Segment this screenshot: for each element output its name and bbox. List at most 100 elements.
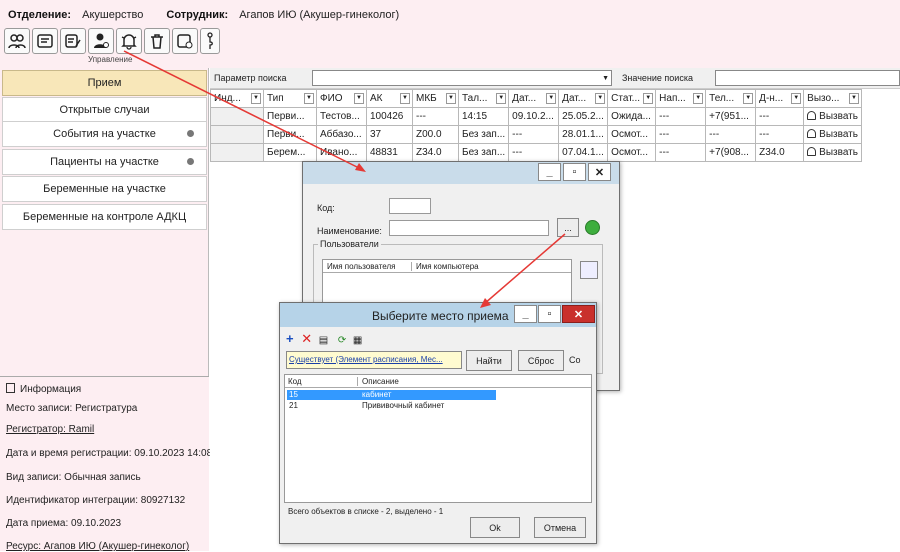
filter-icon[interactable]: ▼ [743, 93, 754, 104]
close-button[interactable]: ✕ [588, 163, 611, 181]
column-header[interactable]: Тип ▼ [263, 89, 317, 108]
code-field[interactable] [389, 198, 431, 214]
reset-button[interactable]: Сброс [518, 350, 564, 371]
table-row[interactable]: Перви... Тестов... 100426 --- 14:15 09.1… [210, 107, 862, 126]
maximize-button[interactable]: ▫ [563, 163, 586, 181]
filter-field[interactable]: Существует (Элемент расписания, Мес... [286, 351, 462, 369]
table-cell [210, 125, 264, 144]
filter-icon[interactable]: ▼ [595, 93, 606, 104]
table-cell: 09.10.2... [508, 107, 560, 126]
column-header[interactable]: Дат... ▼ [508, 89, 560, 108]
add-icon[interactable]: + [286, 331, 294, 346]
filter-icon[interactable]: ▼ [693, 93, 704, 104]
find-button[interactable]: Найти [466, 350, 512, 371]
notify-button[interactable] [116, 28, 142, 54]
info-resource-link[interactable]: Ресурс: Агапов ИЮ (Акушер-гинеколог) [6, 541, 189, 552]
chevron-down-icon: ▼ [602, 75, 609, 82]
sidebar-item-patients[interactable]: Пациенты на участке [2, 149, 207, 175]
column-header[interactable]: Стат... ▼ [607, 89, 657, 108]
export-icon[interactable]: ▦ [353, 335, 362, 346]
delete-button[interactable] [144, 28, 170, 54]
col-code-header[interactable]: Код [288, 377, 302, 386]
patients-button[interactable] [4, 28, 30, 54]
pregnant-button[interactable] [200, 28, 220, 54]
filter-icon[interactable]: ▼ [400, 93, 410, 104]
extra-button[interactable]: Со [569, 355, 581, 365]
sidebar-item-reception[interactable]: Прием [2, 70, 207, 96]
info-registrar-link[interactable]: Регистратор: Ramil [6, 424, 94, 435]
list-item[interactable]: 21 Прививочный кабинет [287, 401, 496, 411]
pregnant-icon [207, 32, 213, 49]
search-value-input[interactable] [715, 70, 900, 86]
table-cell: Осмот... [607, 125, 657, 144]
filter-icon[interactable]: ▼ [496, 93, 507, 104]
column-header[interactable]: АК ▼ [366, 89, 413, 108]
table-cell: --- [755, 125, 805, 144]
department-value: Акушерство [82, 9, 144, 21]
table-row[interactable]: Берем... Ивано... 48831 Z34.0 Без зап...… [210, 143, 862, 162]
filter-icon[interactable]: ▼ [251, 93, 261, 104]
column-header[interactable]: ФИО ▼ [316, 89, 367, 108]
search-param-select[interactable]: ▼ [312, 70, 612, 86]
browse-button[interactable]: ... [557, 218, 579, 237]
table-cell: Z34.0 [755, 143, 805, 162]
info-place: Место записи: Регистратура [6, 403, 138, 414]
sidebar-item-label: Беременные на контроле АДКЦ [22, 211, 187, 223]
call-button[interactable]: Вызвать [803, 125, 862, 144]
table-cell: 48831 [366, 143, 413, 162]
call-button[interactable]: Вызвать [803, 107, 862, 126]
filter-icon[interactable]: ▼ [446, 93, 456, 104]
table-cell: --- [508, 125, 560, 144]
table-cell: Z34.0 [412, 143, 459, 162]
info-title: Информация [6, 383, 81, 395]
bell-icon [121, 34, 137, 50]
column-header[interactable]: Тал... ▼ [457, 89, 510, 108]
add-card-button[interactable] [172, 28, 198, 54]
table-cell: --- [412, 107, 459, 126]
employee-label: Сотрудник: [166, 9, 229, 21]
ok-button[interactable]: Ok [470, 517, 520, 538]
open-cases-button[interactable] [32, 28, 58, 54]
properties-icon[interactable]: ▤ [319, 335, 328, 346]
column-header[interactable]: Нап... ▼ [655, 89, 707, 108]
filter-icon[interactable]: ▼ [791, 93, 802, 104]
column-header[interactable]: Тел... ▼ [705, 89, 757, 108]
filter-icon[interactable]: ▼ [848, 93, 859, 104]
cancel-button[interactable]: Отмена [534, 517, 586, 538]
refresh-icon[interactable]: ⟳ [338, 335, 346, 346]
name-field[interactable] [389, 220, 549, 236]
list-item[interactable]: 15 кабинет [287, 390, 496, 400]
table-row[interactable]: Перви... Аббазо... 37 Z00.0 Без зап... -… [210, 125, 862, 144]
confirm-check-icon[interactable] [585, 220, 600, 235]
assign-doctor-button[interactable] [88, 28, 114, 54]
table-cell: --- [655, 125, 707, 144]
refresh-icon[interactable] [580, 261, 598, 279]
table-cell: --- [655, 107, 707, 126]
column-header[interactable]: Дат... ▼ [558, 89, 609, 108]
filter-icon[interactable]: ▼ [643, 93, 654, 104]
filter-icon[interactable]: ▼ [546, 93, 557, 104]
column-header[interactable]: Вызо... ▼ [803, 89, 862, 108]
sidebar-item-pregnant[interactable]: Беременные на участке [2, 176, 207, 202]
col-user-header[interactable]: Имя пользователя [327, 262, 395, 271]
events-button[interactable] [60, 28, 86, 54]
info-panel: Информация Место записи: Регистратура Ре… [0, 376, 212, 552]
minimize-button[interactable]: _ [538, 163, 561, 181]
sidebar-item-events[interactable]: События на участке [2, 121, 207, 147]
col-desc-header[interactable]: Описание [357, 377, 497, 386]
table-cell: Z00.0 [412, 125, 459, 144]
maximize-button[interactable]: ▫ [538, 305, 561, 323]
close-button[interactable]: ✕ [562, 305, 595, 323]
filter-icon[interactable]: ▼ [304, 93, 314, 104]
col-computer-header[interactable]: Имя компьютера [411, 262, 479, 271]
column-header[interactable]: МКБ ▼ [412, 89, 459, 108]
delete-icon[interactable]: ✕ [301, 331, 312, 346]
column-header[interactable]: Д-н... ▼ [755, 89, 805, 108]
column-header[interactable]: Инд... ▼ [210, 89, 264, 108]
sidebar-item-pregnant-adkc[interactable]: Беременные на контроле АДКЦ [2, 204, 207, 230]
table-cell: +7(908... [705, 143, 757, 162]
filter-icon[interactable]: ▼ [354, 93, 364, 104]
call-button[interactable]: Вызвать [803, 143, 862, 162]
sidebar-item-open-cases[interactable]: Открытые случаи [2, 97, 207, 123]
minimize-button[interactable]: _ [514, 305, 537, 323]
